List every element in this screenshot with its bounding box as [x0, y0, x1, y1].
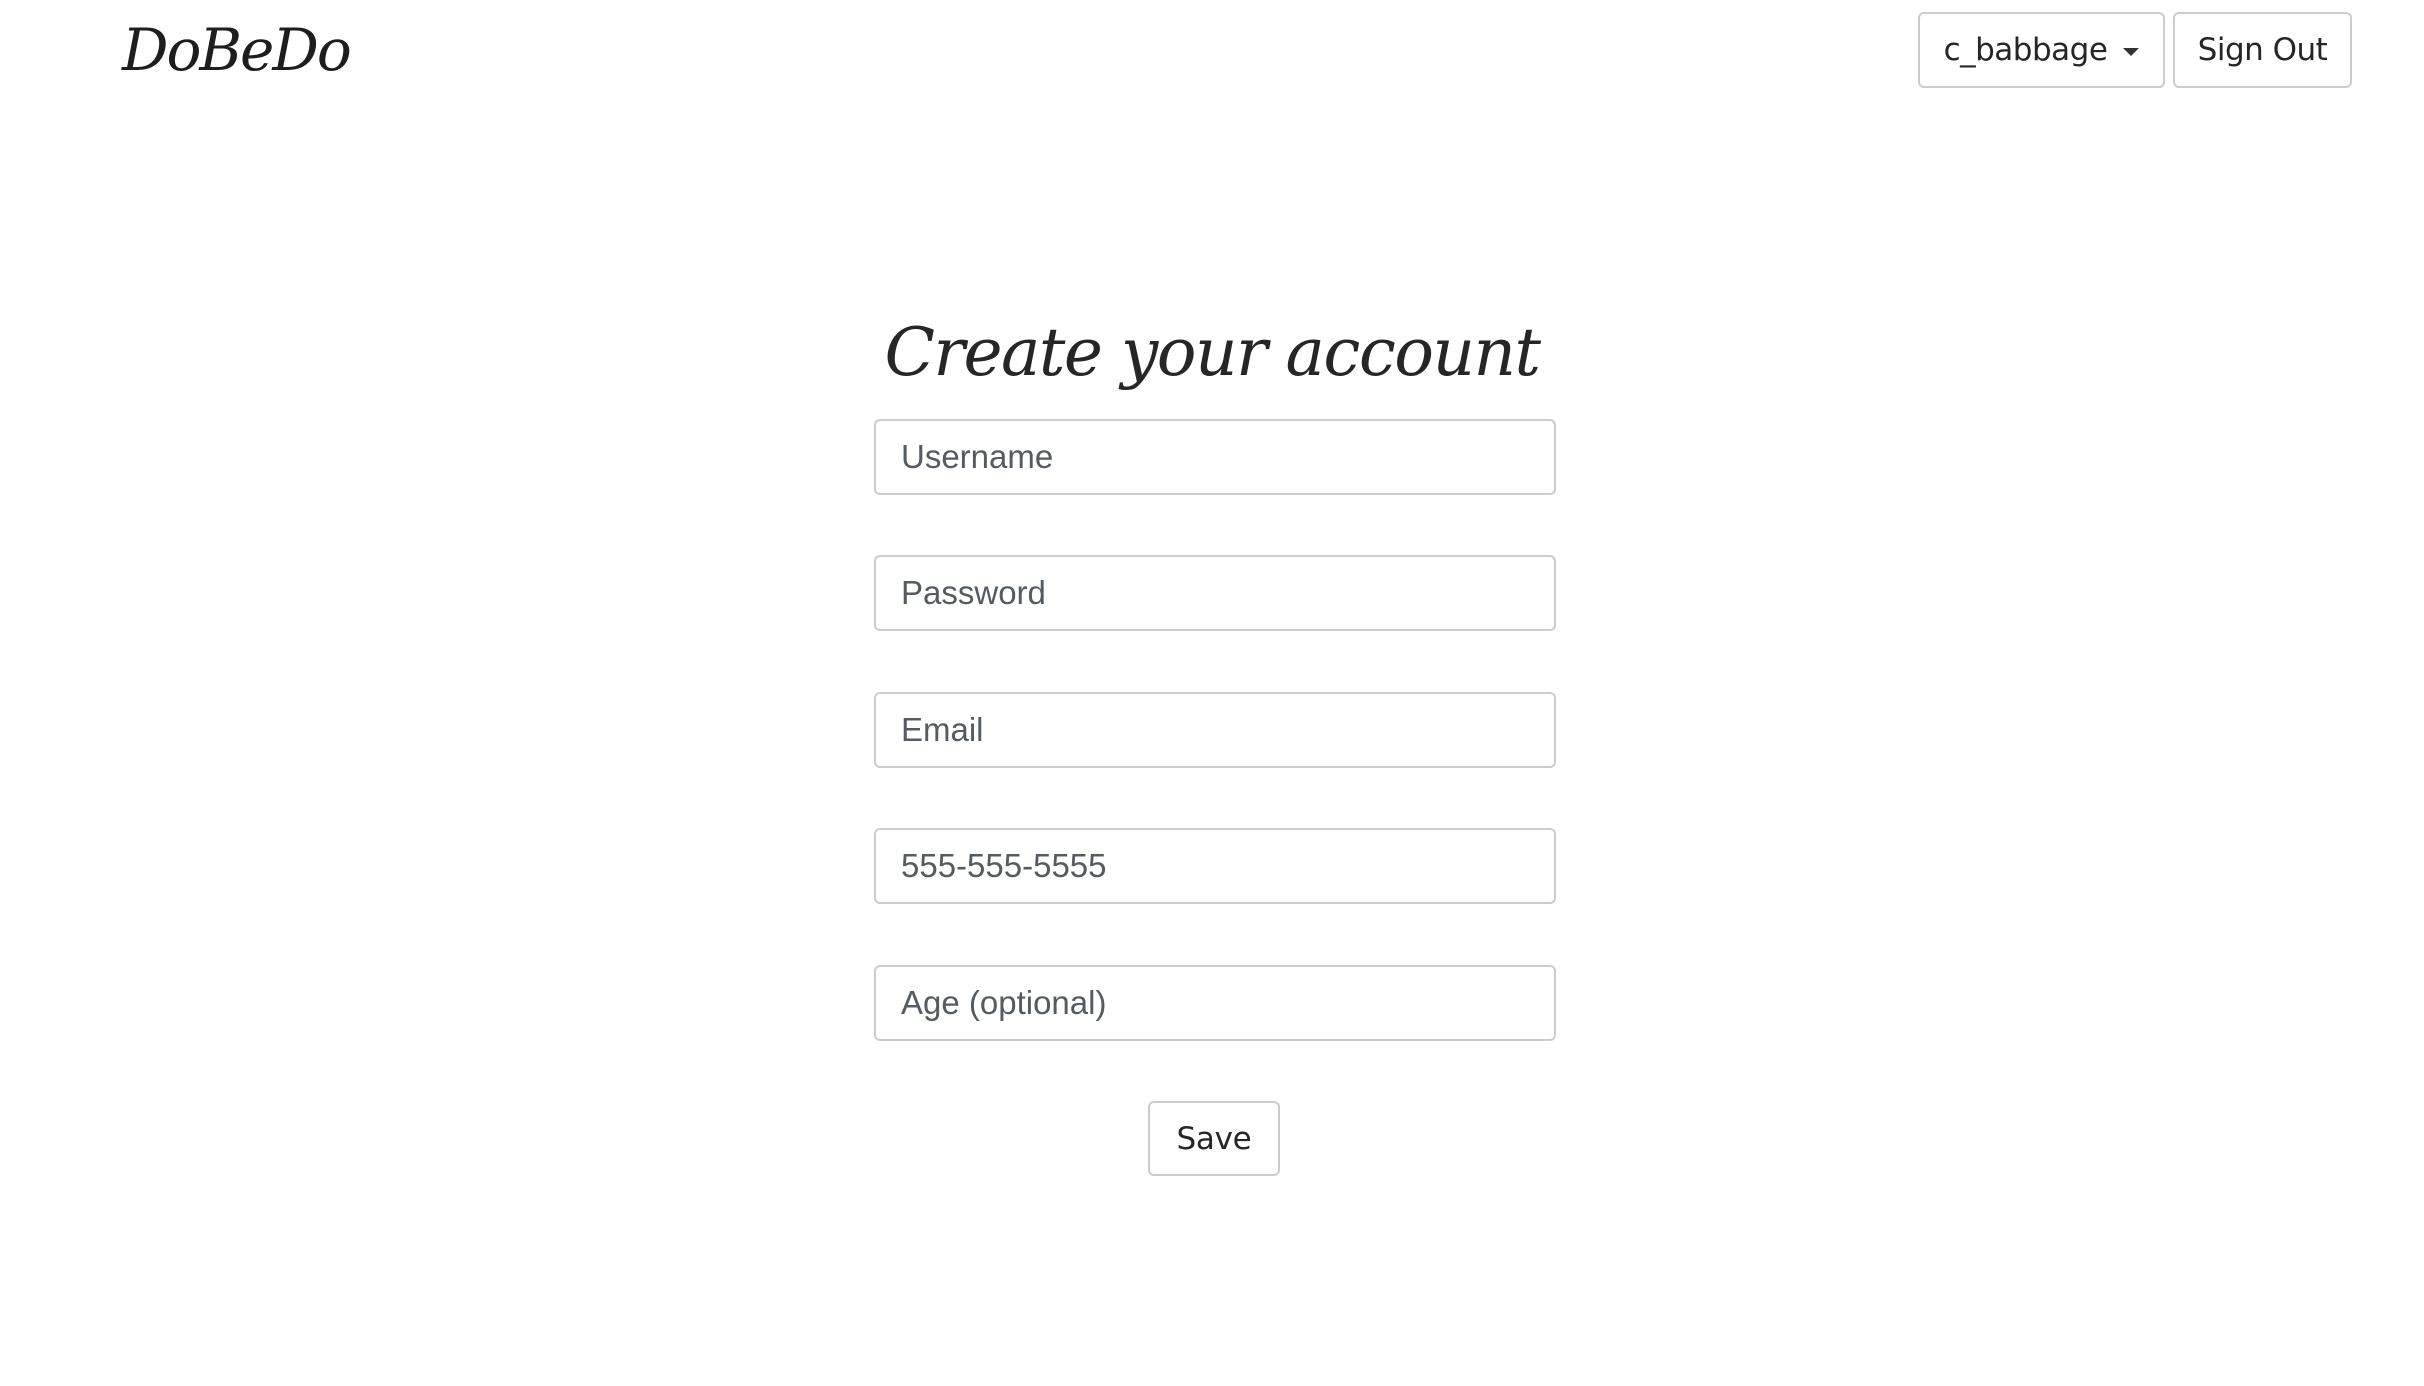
page-title: Create your account	[884, 314, 1541, 391]
app-logo[interactable]: DoBeDo	[122, 14, 352, 86]
user-menu-button[interactable]: c_babbage	[1918, 12, 2165, 88]
age-input[interactable]	[874, 965, 1556, 1041]
password-input[interactable]	[874, 555, 1556, 631]
sign-out-button[interactable]: Sign Out	[2173, 12, 2352, 88]
email-input[interactable]	[874, 692, 1556, 768]
phone-input[interactable]	[874, 828, 1556, 904]
save-button[interactable]: Save	[1148, 1101, 1280, 1176]
user-menu-label: c_babbage	[1943, 32, 2108, 68]
caret-down-icon	[2123, 48, 2140, 56]
username-input[interactable]	[874, 419, 1556, 495]
